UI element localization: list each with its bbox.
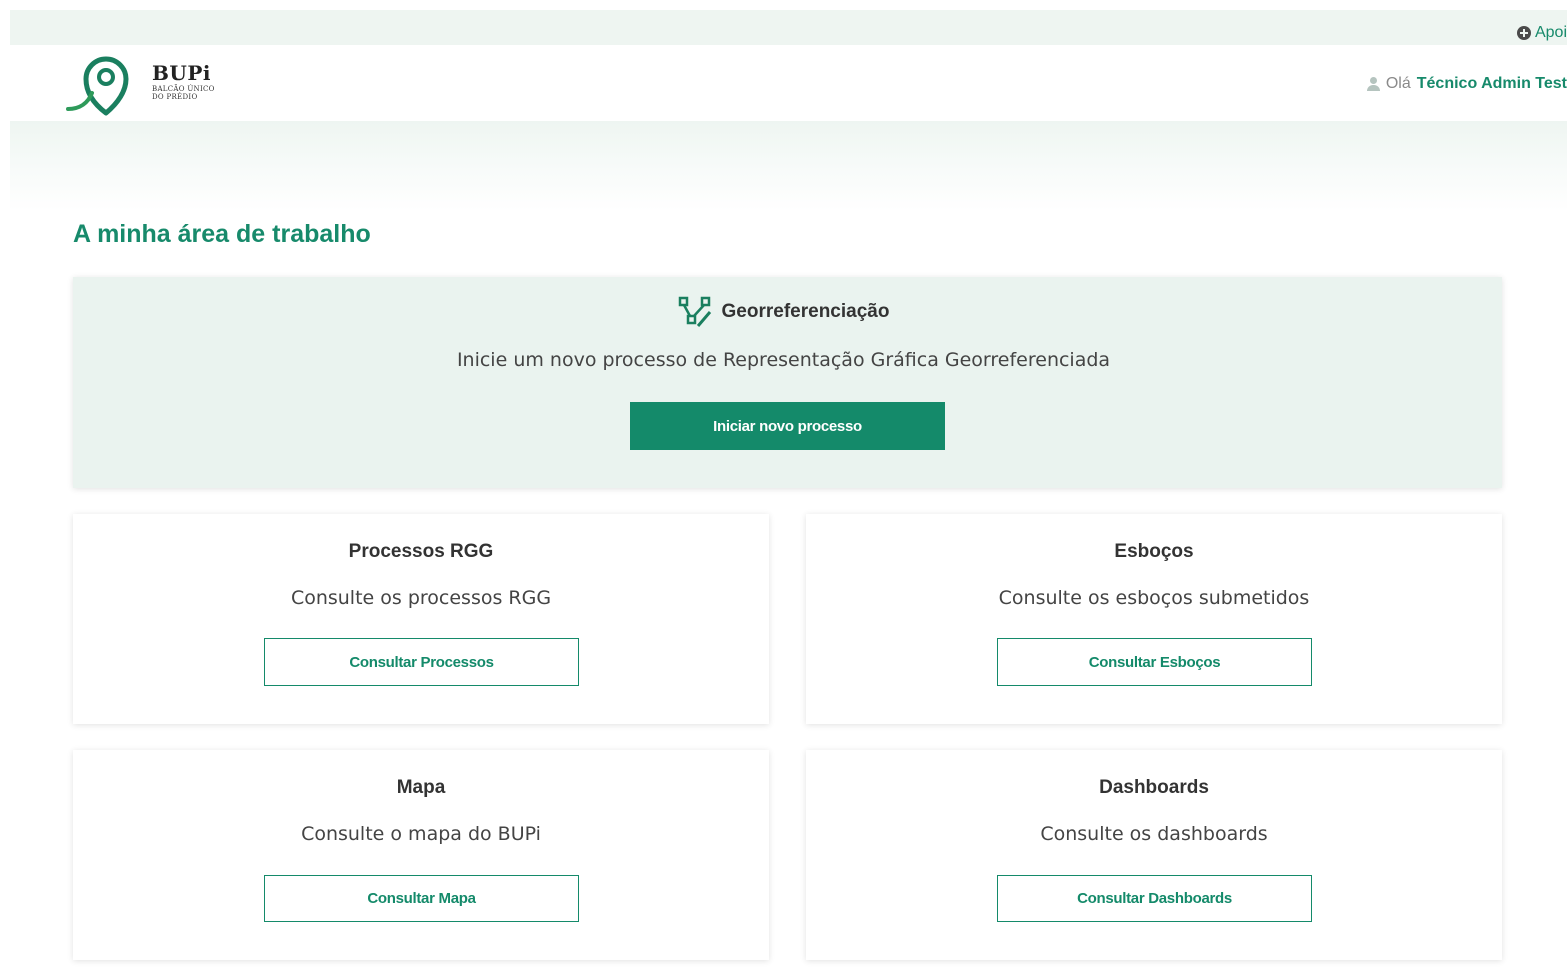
user-icon bbox=[1366, 77, 1380, 91]
user-menu[interactable]: Olá Técnico Admin Test bbox=[1366, 75, 1567, 93]
consult-dashboards-button[interactable]: Consultar Dashboards bbox=[997, 875, 1312, 922]
user-name: Técnico Admin Test bbox=[1416, 75, 1567, 92]
start-new-process-button[interactable]: Iniciar novo processo bbox=[630, 402, 945, 450]
support-icon bbox=[1516, 26, 1531, 40]
georef-description: Inicie um novo processo de Representação… bbox=[456, 349, 1111, 371]
logo-text: BUPi BALCÃO ÚNICO DO PRÉDIO bbox=[152, 61, 215, 101]
consult-processes-button[interactable]: Consultar Processos bbox=[264, 638, 579, 686]
sketches-description: Consulte os esboços submetidos bbox=[998, 587, 1310, 609]
support-label: Apoi bbox=[1534, 24, 1567, 41]
logo-subtitle-line2: DO PRÉDIO bbox=[152, 93, 198, 101]
sketches-title: Esboços bbox=[1114, 541, 1194, 562]
logo-title: BUPi bbox=[152, 61, 211, 85]
map-description: Consulte o mapa do BUPi bbox=[301, 823, 541, 845]
support-link[interactable]: Apoi bbox=[1516, 24, 1567, 42]
bupi-logo[interactable]: BUPi BALCÃO ÚNICO DO PRÉDIO bbox=[66, 51, 215, 117]
dashboards-title: Dashboards bbox=[1099, 777, 1209, 798]
consult-sketches-button[interactable]: Consultar Esboços bbox=[997, 638, 1312, 686]
logo-subtitle-line1: BALCÃO ÚNICO bbox=[152, 85, 215, 93]
georeference-icon bbox=[678, 296, 711, 327]
bupi-logo-icon bbox=[66, 56, 129, 116]
app-header: BUPi BALCÃO ÚNICO DO PRÉDIO Olá Técnico … bbox=[10, 45, 1567, 121]
consult-map-button[interactable]: Consultar Mapa bbox=[264, 875, 579, 922]
greeting: Olá bbox=[1385, 75, 1411, 92]
dashboards-description: Consulte os dashboards bbox=[1040, 823, 1268, 845]
top-support-bar: Apoi bbox=[10, 10, 1567, 45]
georef-title: Georreferenciação bbox=[721, 301, 890, 322]
processes-description: Consulte os processos RGG bbox=[290, 587, 552, 609]
processes-title: Processos RGG bbox=[348, 541, 494, 562]
georef-header: Georreferenciação bbox=[0, 296, 1567, 328]
map-title: Mapa bbox=[396, 777, 446, 798]
page-title: A minha área de trabalho bbox=[73, 220, 371, 248]
